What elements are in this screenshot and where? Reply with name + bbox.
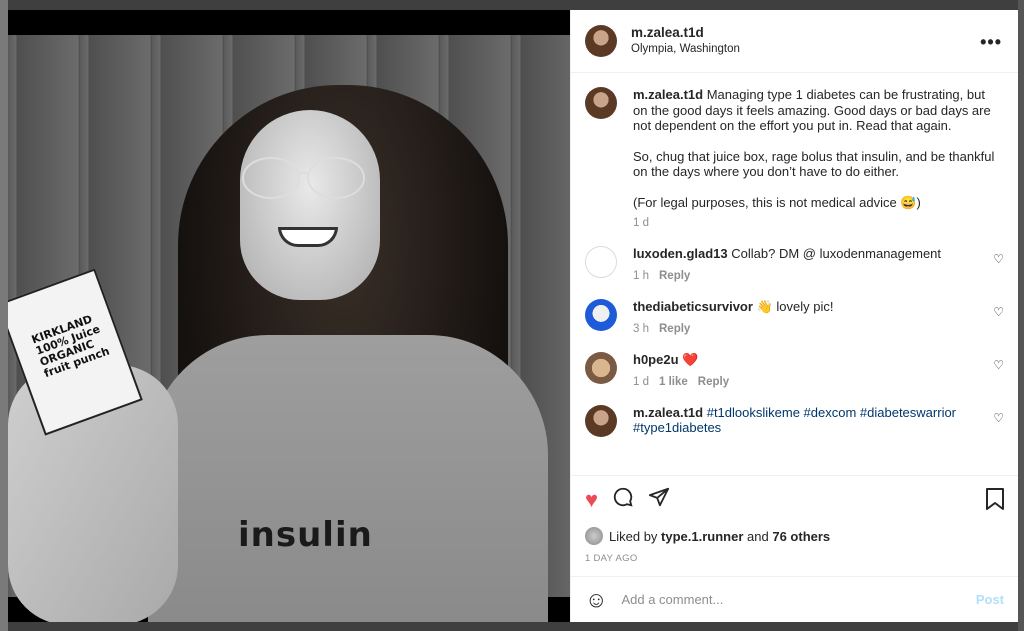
reply-button[interactable]: Reply [659, 270, 690, 282]
photo-image: insulin KIRKLAND 100% Juice ORGANIC frui… [8, 35, 570, 622]
likes-and: and [747, 528, 769, 544]
caption-text-3: (For legal purposes, this is not medical… [633, 194, 921, 210]
comment-item: thediabeticsurvivor 👋 lovely pic! 3 h Rep… [585, 298, 1004, 338]
comment-username[interactable]: luxoden.glad13 [633, 246, 728, 261]
post-modal: insulin KIRKLAND 100% Juice ORGANIC frui… [8, 10, 1018, 622]
background-page-strip [0, 0, 8, 631]
comment-like-heart-icon[interactable]: ♡ [993, 358, 1004, 372]
comment-username[interactable]: m.zalea.t1d [633, 405, 703, 420]
likes-summary: Liked by type.1.runner and 76 others [571, 523, 1018, 545]
author-avatar[interactable] [585, 25, 617, 57]
comment-like-heart-icon[interactable]: ♡ [993, 411, 1004, 425]
emoji-smiley-icon[interactable]: ☺ [585, 587, 607, 613]
post-photo[interactable]: insulin KIRKLAND 100% Juice ORGANIC frui… [8, 10, 570, 622]
photo-shirt-text: insulin [238, 515, 373, 555]
photo-glasses [242, 157, 365, 199]
comment-username[interactable]: h0pe2u [633, 352, 679, 367]
likes-prefix: Liked by [609, 528, 658, 544]
caption-username[interactable]: m.zalea.t1d [633, 87, 703, 102]
comment-avatar[interactable] [585, 404, 617, 437]
like-heart-icon[interactable]: ♥ [585, 487, 598, 513]
add-comment-bar: ☺ Post [571, 576, 1018, 622]
post-date[interactable]: 1 DAY AGO [571, 545, 1018, 576]
comment-bubble-icon[interactable] [612, 486, 634, 514]
add-comment-input[interactable] [621, 592, 976, 607]
post-comment-button[interactable]: Post [976, 592, 1004, 607]
comment-avatar[interactable] [585, 298, 617, 331]
comment-like-heart-icon[interactable]: ♡ [993, 305, 1004, 319]
likes-others[interactable]: 76 others [772, 529, 830, 544]
post-header: m.zalea.t1d Olympia, Washington ••• [571, 10, 1018, 73]
caption-age[interactable]: 1 d [633, 217, 649, 229]
comment-age[interactable]: 1 h [633, 270, 649, 282]
comment-likes-count[interactable]: 1 like [659, 376, 688, 388]
more-icon[interactable]: ••• [980, 32, 1002, 53]
action-bar: ♥ [571, 475, 1018, 523]
comment-item: m.zalea.t1d #t1dlookslikeme #dexcom #dia… [585, 404, 1004, 437]
bookmark-icon[interactable] [986, 488, 1004, 516]
comment-item: luxoden.glad13 Collab? DM @ luxodenmanag… [585, 245, 1004, 285]
reply-button[interactable]: Reply [698, 376, 729, 388]
caption-avatar[interactable] [585, 87, 617, 119]
comment-text: ❤️ [682, 351, 699, 367]
share-paper-plane-icon[interactable] [648, 486, 670, 514]
comment-text: Collab? DM @ luxodenmanagement [731, 245, 942, 261]
caption: m.zalea.t1d Managing type 1 diabetes can… [585, 87, 1004, 232]
comment-avatar[interactable] [585, 245, 617, 278]
comment-text: 👋 lovely pic! [756, 298, 834, 314]
comment-username[interactable]: thediabeticsurvivor [633, 299, 753, 314]
photo-shirt [148, 335, 548, 622]
comments-list[interactable]: m.zalea.t1d Managing type 1 diabetes can… [571, 73, 1018, 475]
caption-text-2: So, chug that juice box, rage bolus that… [633, 148, 995, 180]
comment-like-heart-icon[interactable]: ♡ [993, 252, 1004, 266]
comment-item: h0pe2u ❤️ 1 d 1 like Reply ♡ [585, 351, 1004, 391]
post-sidebar: m.zalea.t1d Olympia, Washington ••• m.za… [570, 10, 1018, 622]
photo-face [240, 110, 380, 300]
reply-button[interactable]: Reply [659, 323, 690, 335]
comment-age[interactable]: 3 h [633, 323, 649, 335]
background-page-strip-right [1018, 0, 1024, 631]
comment-age[interactable]: 1 d [633, 376, 649, 388]
post-location[interactable]: Olympia, Washington [631, 41, 740, 57]
comment-avatar[interactable] [585, 351, 617, 384]
author-username[interactable]: m.zalea.t1d [631, 25, 740, 41]
likes-user[interactable]: type.1.runner [661, 529, 743, 544]
liker-avatar[interactable] [585, 527, 603, 545]
